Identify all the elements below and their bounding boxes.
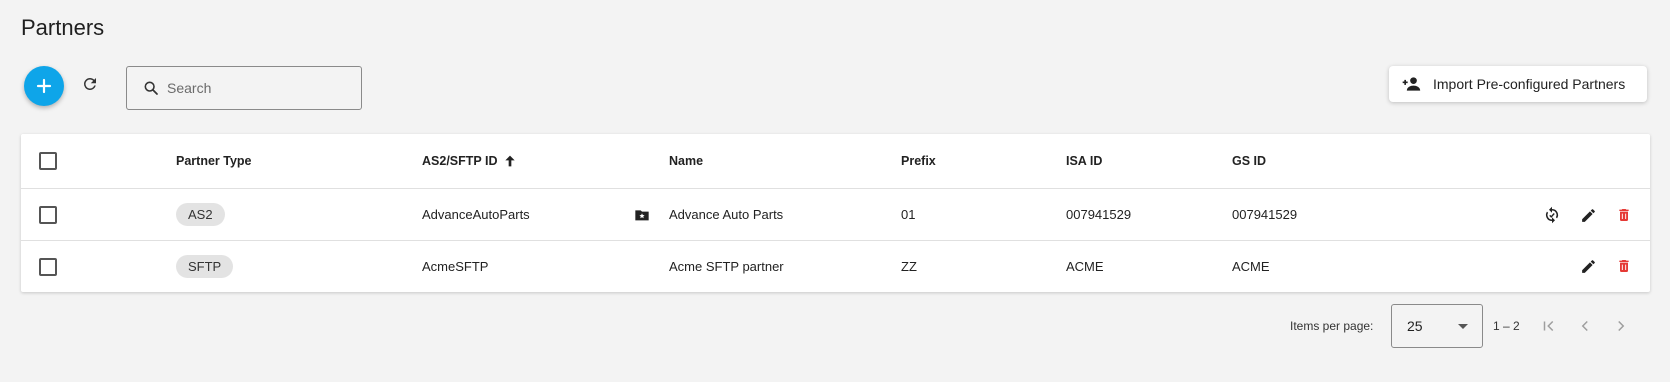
isa-id-cell: ACME bbox=[1066, 259, 1104, 274]
first-page-button[interactable] bbox=[1538, 315, 1560, 337]
as2-sftp-id-cell: AdvanceAutoParts bbox=[422, 207, 530, 222]
edit-button[interactable] bbox=[1577, 255, 1599, 277]
add-partner-button[interactable] bbox=[24, 66, 64, 106]
table-row[interactable]: SFTP AcmeSFTP Acme SFTP partner ZZ ACME … bbox=[21, 241, 1650, 292]
partner-type-chip: SFTP bbox=[176, 255, 234, 278]
partners-table: Partner Type AS2/SFTP ID Name Prefix ISA… bbox=[21, 134, 1650, 292]
row-checkbox[interactable] bbox=[39, 205, 57, 224]
delete-button[interactable] bbox=[1613, 255, 1635, 277]
gs-id-cell: ACME bbox=[1232, 259, 1270, 274]
page-title: Partners bbox=[21, 15, 105, 40]
edit-button[interactable] bbox=[1577, 204, 1599, 226]
paginator: Items per page: 25 1 – 2 bbox=[0, 304, 1670, 348]
arrow-up-icon bbox=[505, 155, 516, 167]
column-header-as2-sftp-id-label: AS2/SFTP ID bbox=[422, 154, 498, 168]
page-size-select[interactable]: 25 bbox=[1391, 304, 1483, 348]
prefix-cell: ZZ bbox=[901, 259, 917, 274]
previous-page-button[interactable] bbox=[1574, 315, 1596, 337]
as2-sftp-id-cell: AcmeSFTP bbox=[422, 259, 489, 274]
delete-icon bbox=[1619, 260, 1629, 272]
name-cell: Advance Auto Parts bbox=[669, 207, 784, 222]
gs-id-cell: 007941529 bbox=[1232, 207, 1298, 222]
import-button-label: Import Pre-configured Partners bbox=[1433, 76, 1626, 92]
search-field[interactable] bbox=[126, 66, 362, 110]
dropdown-arrow-icon bbox=[1458, 324, 1468, 329]
import-preconfigured-partners-button[interactable]: Import Pre-configured Partners bbox=[1389, 66, 1647, 102]
table-row[interactable]: AS2 AdvanceAutoParts Advance Auto Parts … bbox=[21, 189, 1650, 241]
next-page-button[interactable] bbox=[1610, 315, 1632, 337]
search-input[interactable] bbox=[167, 80, 347, 96]
search-icon bbox=[144, 81, 158, 95]
edit-icon bbox=[1581, 259, 1595, 273]
column-header-name[interactable]: Name bbox=[669, 134, 703, 188]
refresh-icon bbox=[83, 77, 96, 90]
edit-icon bbox=[1581, 208, 1595, 222]
row-checkbox[interactable] bbox=[39, 257, 57, 276]
delete-icon bbox=[1619, 209, 1629, 221]
refresh-button[interactable] bbox=[78, 72, 102, 96]
items-per-page-label: Items per page: bbox=[1290, 319, 1374, 333]
column-header-as2-sftp-id[interactable]: AS2/SFTP ID bbox=[422, 134, 518, 188]
sync-icon bbox=[1545, 206, 1559, 224]
column-header-partner-type[interactable]: Partner Type bbox=[176, 134, 252, 188]
sync-button[interactable] bbox=[1541, 204, 1563, 226]
column-header-isa-id[interactable]: ISA ID bbox=[1066, 134, 1102, 188]
table-header-row: Partner Type AS2/SFTP ID Name Prefix ISA… bbox=[21, 134, 1650, 189]
folder-star-icon bbox=[635, 209, 649, 220]
first-page-icon bbox=[1543, 320, 1554, 332]
person-add-icon bbox=[1402, 77, 1421, 91]
isa-id-cell: 007941529 bbox=[1066, 207, 1132, 222]
delete-button[interactable] bbox=[1613, 204, 1635, 226]
partner-type-chip: AS2 bbox=[176, 203, 225, 226]
plus-icon bbox=[36, 78, 52, 94]
select-all-checkbox[interactable] bbox=[39, 152, 57, 170]
page-size-value: 25 bbox=[1407, 318, 1423, 334]
page-range-label: 1 – 2 bbox=[1493, 319, 1520, 333]
prefix-cell: 01 bbox=[901, 207, 916, 222]
column-header-prefix[interactable]: Prefix bbox=[901, 134, 936, 188]
column-header-gs-id[interactable]: GS ID bbox=[1232, 134, 1266, 188]
name-cell: Acme SFTP partner bbox=[669, 259, 784, 274]
chevron-right-icon bbox=[1618, 320, 1625, 332]
chevron-left-icon bbox=[1581, 320, 1588, 332]
